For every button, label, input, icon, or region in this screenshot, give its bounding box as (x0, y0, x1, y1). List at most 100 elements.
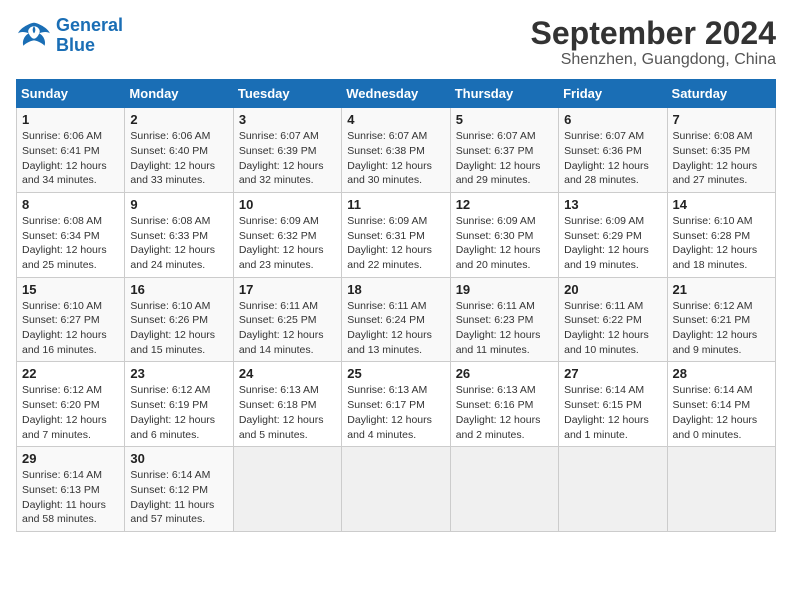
table-row: 4 Sunrise: 6:07 AM Sunset: 6:38 PM Dayli… (342, 108, 450, 193)
logo-name-part2: Blue (56, 35, 95, 55)
weekday-friday: Friday (559, 80, 667, 108)
table-row: 14 Sunrise: 6:10 AM Sunset: 6:28 PM Dayl… (667, 192, 775, 277)
day-info: Sunrise: 6:11 AM Sunset: 6:24 PM Dayligh… (347, 299, 444, 358)
day-number: 29 (22, 451, 119, 466)
table-row: 2 Sunrise: 6:06 AM Sunset: 6:40 PM Dayli… (125, 108, 233, 193)
day-number: 30 (130, 451, 227, 466)
logo: General Blue (16, 16, 123, 56)
day-info: Sunrise: 6:08 AM Sunset: 6:34 PM Dayligh… (22, 214, 119, 273)
day-info: Sunrise: 6:09 AM Sunset: 6:32 PM Dayligh… (239, 214, 336, 273)
day-info: Sunrise: 6:09 AM Sunset: 6:29 PM Dayligh… (564, 214, 661, 273)
day-info: Sunrise: 6:13 AM Sunset: 6:17 PM Dayligh… (347, 383, 444, 442)
day-info: Sunrise: 6:13 AM Sunset: 6:18 PM Dayligh… (239, 383, 336, 442)
calendar-week-row: 8 Sunrise: 6:08 AM Sunset: 6:34 PM Dayli… (17, 192, 776, 277)
table-row: 1 Sunrise: 6:06 AM Sunset: 6:41 PM Dayli… (17, 108, 125, 193)
day-info: Sunrise: 6:07 AM Sunset: 6:37 PM Dayligh… (456, 129, 553, 188)
day-number: 6 (564, 112, 661, 127)
day-info: Sunrise: 6:06 AM Sunset: 6:41 PM Dayligh… (22, 129, 119, 188)
table-row: 21 Sunrise: 6:12 AM Sunset: 6:21 PM Dayl… (667, 277, 775, 362)
day-info: Sunrise: 6:11 AM Sunset: 6:22 PM Dayligh… (564, 299, 661, 358)
day-number: 14 (673, 197, 770, 212)
day-info: Sunrise: 6:07 AM Sunset: 6:36 PM Dayligh… (564, 129, 661, 188)
table-row: 6 Sunrise: 6:07 AM Sunset: 6:36 PM Dayli… (559, 108, 667, 193)
calendar-week-row: 1 Sunrise: 6:06 AM Sunset: 6:41 PM Dayli… (17, 108, 776, 193)
table-row: 22 Sunrise: 6:12 AM Sunset: 6:20 PM Dayl… (17, 362, 125, 447)
weekday-wednesday: Wednesday (342, 80, 450, 108)
day-number: 10 (239, 197, 336, 212)
day-info: Sunrise: 6:10 AM Sunset: 6:28 PM Dayligh… (673, 214, 770, 273)
logo-icon (16, 21, 52, 51)
day-number: 20 (564, 282, 661, 297)
table-row: 19 Sunrise: 6:11 AM Sunset: 6:23 PM Dayl… (450, 277, 558, 362)
calendar-week-row: 15 Sunrise: 6:10 AM Sunset: 6:27 PM Dayl… (17, 277, 776, 362)
day-number: 2 (130, 112, 227, 127)
table-row: 5 Sunrise: 6:07 AM Sunset: 6:37 PM Dayli… (450, 108, 558, 193)
calendar-week-row: 22 Sunrise: 6:12 AM Sunset: 6:20 PM Dayl… (17, 362, 776, 447)
weekday-tuesday: Tuesday (233, 80, 341, 108)
day-info: Sunrise: 6:11 AM Sunset: 6:25 PM Dayligh… (239, 299, 336, 358)
day-info: Sunrise: 6:10 AM Sunset: 6:26 PM Dayligh… (130, 299, 227, 358)
calendar-title-block: September 2024 Shenzhen, Guangdong, Chin… (531, 16, 776, 69)
calendar-title: September 2024 (531, 16, 776, 51)
table-row: 20 Sunrise: 6:11 AM Sunset: 6:22 PM Dayl… (559, 277, 667, 362)
day-info: Sunrise: 6:08 AM Sunset: 6:35 PM Dayligh… (673, 129, 770, 188)
day-number: 9 (130, 197, 227, 212)
weekday-saturday: Saturday (667, 80, 775, 108)
table-row: 25 Sunrise: 6:13 AM Sunset: 6:17 PM Dayl… (342, 362, 450, 447)
table-row: 24 Sunrise: 6:13 AM Sunset: 6:18 PM Dayl… (233, 362, 341, 447)
day-number: 13 (564, 197, 661, 212)
day-number: 3 (239, 112, 336, 127)
weekday-thursday: Thursday (450, 80, 558, 108)
day-number: 5 (456, 112, 553, 127)
day-info: Sunrise: 6:09 AM Sunset: 6:30 PM Dayligh… (456, 214, 553, 273)
table-row (667, 447, 775, 532)
table-row: 18 Sunrise: 6:11 AM Sunset: 6:24 PM Dayl… (342, 277, 450, 362)
table-row: 29 Sunrise: 6:14 AM Sunset: 6:13 PM Dayl… (17, 447, 125, 532)
table-row: 3 Sunrise: 6:07 AM Sunset: 6:39 PM Dayli… (233, 108, 341, 193)
day-number: 1 (22, 112, 119, 127)
table-row: 17 Sunrise: 6:11 AM Sunset: 6:25 PM Dayl… (233, 277, 341, 362)
day-number: 28 (673, 366, 770, 381)
table-row: 30 Sunrise: 6:14 AM Sunset: 6:12 PM Dayl… (125, 447, 233, 532)
table-row: 28 Sunrise: 6:14 AM Sunset: 6:14 PM Dayl… (667, 362, 775, 447)
table-row: 13 Sunrise: 6:09 AM Sunset: 6:29 PM Dayl… (559, 192, 667, 277)
day-number: 7 (673, 112, 770, 127)
day-number: 27 (564, 366, 661, 381)
day-number: 21 (673, 282, 770, 297)
day-info: Sunrise: 6:10 AM Sunset: 6:27 PM Dayligh… (22, 299, 119, 358)
day-info: Sunrise: 6:14 AM Sunset: 6:14 PM Dayligh… (673, 383, 770, 442)
weekday-monday: Monday (125, 80, 233, 108)
day-info: Sunrise: 6:08 AM Sunset: 6:33 PM Dayligh… (130, 214, 227, 273)
day-number: 4 (347, 112, 444, 127)
logo-text: General Blue (56, 16, 123, 56)
table-row (342, 447, 450, 532)
day-info: Sunrise: 6:07 AM Sunset: 6:38 PM Dayligh… (347, 129, 444, 188)
calendar-subtitle: Shenzhen, Guangdong, China (531, 51, 776, 69)
table-row: 27 Sunrise: 6:14 AM Sunset: 6:15 PM Dayl… (559, 362, 667, 447)
day-info: Sunrise: 6:11 AM Sunset: 6:23 PM Dayligh… (456, 299, 553, 358)
table-row (233, 447, 341, 532)
logo-name-part1: General (56, 15, 123, 35)
day-number: 24 (239, 366, 336, 381)
table-row: 23 Sunrise: 6:12 AM Sunset: 6:19 PM Dayl… (125, 362, 233, 447)
day-info: Sunrise: 6:06 AM Sunset: 6:40 PM Dayligh… (130, 129, 227, 188)
day-number: 15 (22, 282, 119, 297)
table-row: 11 Sunrise: 6:09 AM Sunset: 6:31 PM Dayl… (342, 192, 450, 277)
calendar-week-row: 29 Sunrise: 6:14 AM Sunset: 6:13 PM Dayl… (17, 447, 776, 532)
day-info: Sunrise: 6:07 AM Sunset: 6:39 PM Dayligh… (239, 129, 336, 188)
table-row: 26 Sunrise: 6:13 AM Sunset: 6:16 PM Dayl… (450, 362, 558, 447)
table-row: 12 Sunrise: 6:09 AM Sunset: 6:30 PM Dayl… (450, 192, 558, 277)
table-row: 10 Sunrise: 6:09 AM Sunset: 6:32 PM Dayl… (233, 192, 341, 277)
day-info: Sunrise: 6:14 AM Sunset: 6:13 PM Dayligh… (22, 468, 119, 527)
table-row (450, 447, 558, 532)
day-info: Sunrise: 6:14 AM Sunset: 6:15 PM Dayligh… (564, 383, 661, 442)
table-row: 15 Sunrise: 6:10 AM Sunset: 6:27 PM Dayl… (17, 277, 125, 362)
day-number: 16 (130, 282, 227, 297)
day-info: Sunrise: 6:12 AM Sunset: 6:21 PM Dayligh… (673, 299, 770, 358)
day-number: 17 (239, 282, 336, 297)
page-header: General Blue September 2024 Shenzhen, Gu… (16, 16, 776, 69)
day-number: 8 (22, 197, 119, 212)
table-row: 7 Sunrise: 6:08 AM Sunset: 6:35 PM Dayli… (667, 108, 775, 193)
table-row: 8 Sunrise: 6:08 AM Sunset: 6:34 PM Dayli… (17, 192, 125, 277)
table-row (559, 447, 667, 532)
